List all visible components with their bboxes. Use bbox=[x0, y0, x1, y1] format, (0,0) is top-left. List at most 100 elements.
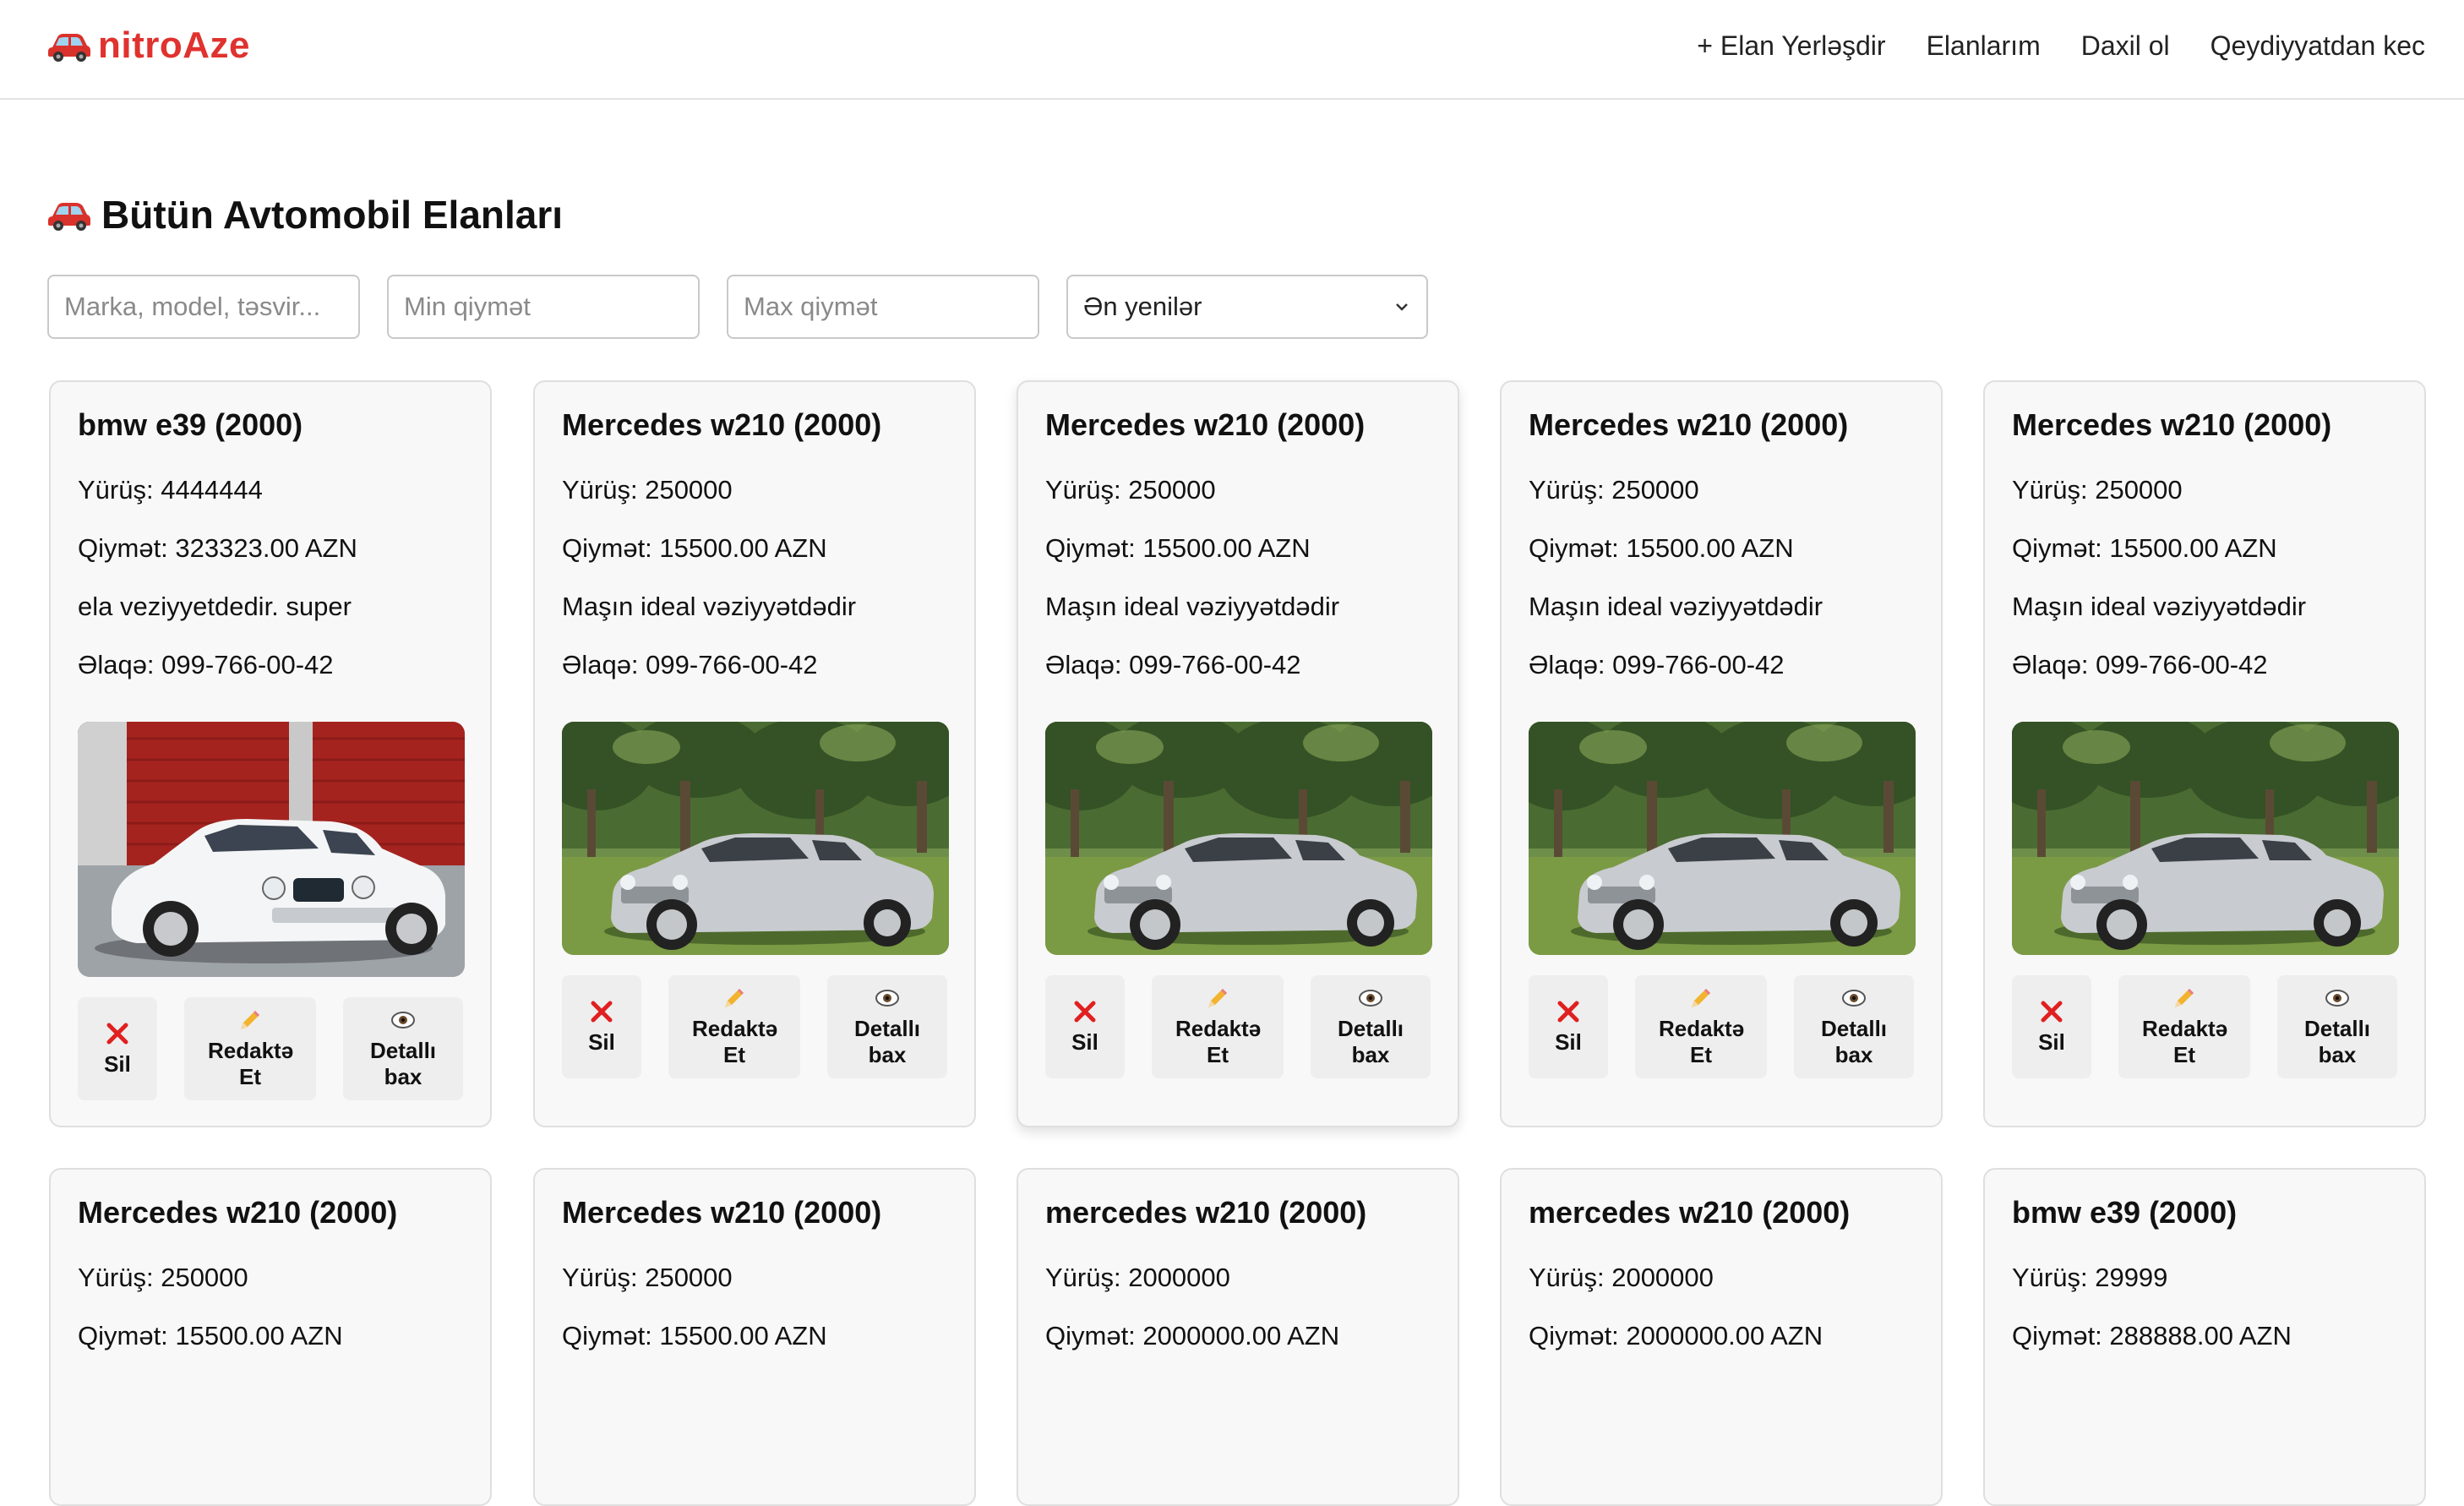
brand-logo[interactable]: nitroAze bbox=[47, 20, 250, 71]
pencil-icon bbox=[1692, 989, 1710, 1007]
card-mileage: Yürüş: 4444444 bbox=[78, 475, 263, 505]
edit-button[interactable]: Redaktə Et bbox=[1152, 975, 1284, 1078]
card-title: mercedes w210 (2000) bbox=[1045, 1195, 1367, 1230]
nav-post-ad[interactable]: + Elan Yerləşdir bbox=[1697, 30, 1885, 62]
nav-register[interactable]: Qeydiyyatdan kec bbox=[2211, 30, 2425, 62]
card-mileage: Yürüş: 250000 bbox=[562, 1263, 733, 1292]
card-price: Qiymət: 15500.00 AZN bbox=[1045, 533, 1311, 563]
edit-label: Redaktə Et bbox=[1175, 1016, 1262, 1067]
eye-icon bbox=[1842, 990, 1866, 1007]
details-label: Detallı bax bbox=[1820, 1016, 1888, 1067]
listing-card[interactable]: Mercedes w210 (2000) Yürüş: 250000 Qiymə… bbox=[1017, 380, 1459, 1127]
car-photo[interactable] bbox=[2012, 722, 2399, 955]
page-heading: Bütün Avtomobil Elanları bbox=[101, 193, 564, 237]
card-contact: Əlaqə: 099-766-00-42 bbox=[1529, 650, 1785, 679]
card-title: Mercedes w210 (2000) bbox=[562, 407, 882, 442]
eye-icon bbox=[1359, 990, 1382, 1007]
card-price: Qiymət: 15500.00 AZN bbox=[2012, 533, 2277, 563]
card-price: Qiymət: 15500.00 AZN bbox=[1529, 533, 1794, 563]
card-price: Qiymət: 2000000.00 AZN bbox=[1529, 1321, 1823, 1350]
details-button[interactable]: Detallı bax bbox=[343, 997, 463, 1100]
edit-button[interactable]: Redaktə Et bbox=[2118, 975, 2250, 1078]
sort-selected-value: Ən yenilər bbox=[1083, 292, 1202, 321]
listing-card[interactable]: Mercedes w210 (2000) Yürüş: 250000 Qiymə… bbox=[1500, 380, 1943, 1127]
edit-button[interactable]: Redaktə Et bbox=[668, 975, 800, 1078]
listing-card[interactable]: Mercedes w210 (2000) Yürüş: 250000 Qiymə… bbox=[49, 1168, 492, 1506]
car-photo[interactable] bbox=[1045, 722, 1432, 955]
card-title: bmw e39 (2000) bbox=[2012, 1195, 2238, 1230]
delete-label: Sil bbox=[1555, 1029, 1582, 1055]
card-description: Maşın ideal vəziyyətdədir bbox=[1045, 592, 1340, 621]
close-icon bbox=[1074, 1001, 1096, 1022]
nav-my-ads[interactable]: Elanlarım bbox=[1927, 30, 2041, 62]
card-mileage: Yürüş: 250000 bbox=[562, 475, 733, 505]
eye-icon bbox=[391, 1012, 415, 1029]
silver-mercedes-image bbox=[1045, 722, 1432, 955]
delete-button[interactable]: Sil bbox=[1529, 975, 1608, 1078]
listing-card[interactable]: Mercedes w210 (2000) Yürüş: 250000 Qiymə… bbox=[533, 380, 976, 1127]
card-title: Mercedes w210 (2000) bbox=[1529, 407, 1849, 442]
brand-name[interactable]: nitroAze bbox=[98, 25, 250, 67]
card-contact: Əlaqə: 099-766-00-42 bbox=[78, 650, 334, 679]
edit-label: Redaktə Et bbox=[1659, 1016, 1745, 1067]
max-price-input[interactable] bbox=[727, 275, 1039, 339]
card-actions: Sil Redaktə Et Detallı bax bbox=[562, 975, 947, 1078]
card-price: Qiymət: 15500.00 AZN bbox=[562, 1321, 827, 1350]
card-price: Qiymət: 15500.00 AZN bbox=[78, 1321, 343, 1350]
search-input[interactable] bbox=[47, 275, 360, 339]
card-description: Maşın ideal vəziyyətdədir bbox=[1529, 592, 1823, 621]
card-mileage: Yürüş: 250000 bbox=[1045, 475, 1216, 505]
edit-button[interactable]: Redaktə Et bbox=[1635, 975, 1767, 1078]
card-mileage: Yürüş: 250000 bbox=[2012, 475, 2183, 505]
card-mileage: Yürüş: 2000000 bbox=[1045, 1263, 1230, 1292]
card-title: Mercedes w210 (2000) bbox=[2012, 407, 2332, 442]
pencil-icon bbox=[241, 1011, 259, 1029]
main-nav: + Elan Yerləşdir Elanlarım Daxil ol Qeyd… bbox=[1697, 24, 2425, 68]
eye-icon bbox=[875, 990, 899, 1007]
card-price: Qiymət: 323323.00 AZN bbox=[78, 533, 357, 563]
card-title: bmw e39 (2000) bbox=[78, 407, 303, 442]
listing-card[interactable]: Mercedes w210 (2000) Yürüş: 250000 Qiymə… bbox=[533, 1168, 976, 1506]
listing-card[interactable]: mercedes w210 (2000) Yürüş: 2000000 Qiym… bbox=[1017, 1168, 1459, 1506]
card-price: Qiymət: 15500.00 AZN bbox=[562, 533, 827, 563]
chevron-down-icon bbox=[1396, 303, 1408, 311]
listing-card[interactable]: Mercedes w210 (2000) Yürüş: 250000 Qiymə… bbox=[1983, 380, 2426, 1127]
close-icon bbox=[1557, 1001, 1579, 1022]
details-button[interactable]: Detallı bax bbox=[1311, 975, 1431, 1078]
eye-icon bbox=[2325, 990, 2349, 1007]
details-button[interactable]: Detallı bax bbox=[1794, 975, 1914, 1078]
edit-button[interactable]: Redaktə Et bbox=[184, 997, 316, 1100]
listing-card[interactable]: bmw e39 (2000) Yürüş: 4444444 Qiymət: 32… bbox=[49, 380, 492, 1127]
listing-card[interactable]: mercedes w210 (2000) Yürüş: 2000000 Qiym… bbox=[1500, 1168, 1943, 1506]
delete-button[interactable]: Sil bbox=[562, 975, 641, 1078]
card-contact: Əlaqə: 099-766-00-42 bbox=[1045, 650, 1301, 679]
pencil-icon bbox=[2175, 989, 2194, 1007]
close-icon bbox=[591, 1001, 613, 1022]
pencil-icon bbox=[1208, 989, 1227, 1007]
card-actions: Sil Redaktə Et Detallı bax bbox=[2012, 975, 2397, 1078]
details-label: Detallı bax bbox=[2303, 1016, 2371, 1067]
car-photo[interactable] bbox=[78, 722, 465, 977]
delete-button[interactable]: Sil bbox=[78, 997, 157, 1100]
min-price-input[interactable] bbox=[387, 275, 700, 339]
close-icon bbox=[106, 1023, 128, 1044]
edit-label: Redaktə Et bbox=[2142, 1016, 2228, 1067]
nav-login[interactable]: Daxil ol bbox=[2081, 30, 2170, 62]
card-title: Mercedes w210 (2000) bbox=[78, 1195, 398, 1230]
edit-label: Redaktə Et bbox=[208, 1038, 294, 1089]
listing-card[interactable]: bmw e39 (2000) Yürüş: 29999 Qiymət: 2888… bbox=[1983, 1168, 2426, 1506]
car-photo[interactable] bbox=[562, 722, 949, 955]
sort-select[interactable]: Ən yenilər bbox=[1066, 275, 1428, 339]
white-bmw-image bbox=[78, 722, 465, 977]
card-actions: Sil Redaktə Et Detallı bax bbox=[1045, 975, 1431, 1078]
delete-button[interactable]: Sil bbox=[2012, 975, 2091, 1078]
car-photo[interactable] bbox=[1529, 722, 1916, 955]
details-label: Detallı bax bbox=[853, 1016, 921, 1067]
silver-mercedes-image bbox=[1529, 722, 1916, 955]
card-contact: Əlaqə: 099-766-00-42 bbox=[2012, 650, 2268, 679]
filter-bar: Ən yenilər bbox=[47, 275, 1428, 339]
details-button[interactable]: Detallı bax bbox=[2277, 975, 2397, 1078]
delete-button[interactable]: Sil bbox=[1045, 975, 1125, 1078]
card-mileage: Yürüş: 250000 bbox=[78, 1263, 248, 1292]
details-button[interactable]: Detallı bax bbox=[827, 975, 947, 1078]
